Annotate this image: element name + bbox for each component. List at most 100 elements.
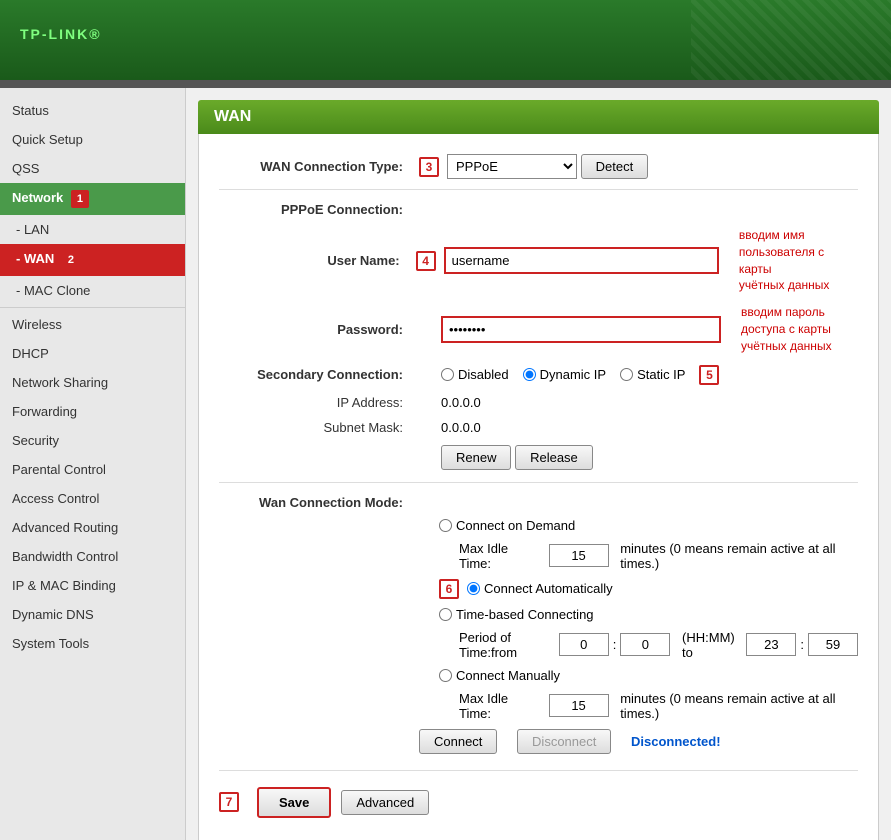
connect-on-demand-radio[interactable]: [439, 519, 452, 532]
sidebar-item-access-control[interactable]: Access Control: [0, 484, 185, 513]
sidebar-item-bandwidth-control[interactable]: Bandwidth Control: [0, 542, 185, 571]
disabled-option[interactable]: Disabled: [441, 367, 509, 382]
max-idle-input-2[interactable]: [549, 694, 609, 717]
sidebar-item-wireless[interactable]: Wireless: [0, 310, 185, 339]
subnet-mask-value: 0.0.0.0: [441, 420, 481, 435]
connect-button[interactable]: Connect: [419, 729, 497, 754]
sidebar-item-advanced-routing[interactable]: Advanced Routing: [0, 513, 185, 542]
network-badge: 1: [71, 190, 89, 208]
renew-release-row: Renew Release: [219, 445, 858, 470]
advanced-button[interactable]: Advanced: [341, 790, 429, 815]
wan-badge: 2: [62, 251, 80, 269]
step-7-badge: 7: [219, 792, 239, 812]
disabled-radio[interactable]: [441, 368, 454, 381]
layout: Status Quick Setup QSS Network 1 - LAN -…: [0, 88, 891, 840]
static-ip-option[interactable]: Static IP: [620, 367, 685, 382]
wan-connection-type-select[interactable]: PPPoE Dynamic IP Static IP L2TP PPTP: [447, 154, 577, 179]
step-6-badge: 6: [439, 579, 459, 599]
connect-automatically-row: 6 Connect Automatically: [439, 579, 858, 599]
time-based-radio[interactable]: [439, 608, 452, 621]
main-content: WAN WAN Connection Type: 3 PPPoE Dynamic…: [186, 88, 891, 840]
sidebar-item-security[interactable]: Security: [0, 426, 185, 455]
connect-on-demand-label: Connect on Demand: [456, 518, 575, 533]
connect-automatically-label: Connect Automatically: [484, 581, 613, 596]
sidebar-item-status[interactable]: Status: [0, 96, 185, 125]
header-divider: [0, 80, 891, 88]
sidebar-item-wan[interactable]: - WAN 2: [0, 244, 185, 276]
connect-manually-radio[interactable]: [439, 669, 452, 682]
sidebar-item-mac-clone[interactable]: - MAC Clone: [0, 276, 185, 305]
sidebar-item-forwarding[interactable]: Forwarding: [0, 397, 185, 426]
sidebar-item-ip-mac-binding[interactable]: IP & MAC Binding: [0, 571, 185, 600]
max-idle-note-2: minutes (0 means remain active at all ti…: [620, 691, 858, 721]
step-4-badge: 4: [416, 251, 436, 271]
sidebar-item-system-tools[interactable]: System Tools: [0, 629, 185, 658]
max-idle-time-row-1: Max Idle Time: minutes (0 means remain a…: [459, 541, 858, 571]
sidebar-item-parental-control[interactable]: Parental Control: [0, 455, 185, 484]
ip-address-row: IP Address: 0.0.0.0: [219, 395, 858, 410]
sidebar-item-network-sharing[interactable]: Network Sharing: [0, 368, 185, 397]
period-label: Period of Time:from: [459, 630, 547, 660]
max-idle-input-1[interactable]: [549, 544, 609, 567]
password-input[interactable]: [441, 316, 721, 343]
sidebar-item-qss[interactable]: QSS: [0, 154, 185, 183]
connect-manually-row: Connect Manually: [439, 668, 858, 683]
time-based-label: Time-based Connecting: [456, 607, 594, 622]
bottom-buttons: 7 Save Advanced: [219, 770, 858, 818]
pppoe-section: PPPoE Connection: User Name: 4 вводим им…: [219, 189, 858, 470]
time-to-1-input[interactable]: [746, 633, 796, 656]
max-idle-note-1: minutes (0 means remain active at all ti…: [620, 541, 858, 571]
time-to-label: (HH:MM) to: [682, 630, 735, 660]
time-from-2-input[interactable]: [620, 633, 670, 656]
static-ip-label: Static IP: [637, 367, 685, 382]
password-label: Password:: [219, 322, 419, 337]
header: TP-LINK®: [0, 0, 891, 80]
dynamic-ip-radio[interactable]: [523, 368, 536, 381]
sidebar-item-network[interactable]: Network 1: [0, 183, 185, 215]
time-to-2-input[interactable]: [808, 633, 858, 656]
page-title: WAN: [198, 100, 879, 134]
logo-text: TP-LINK: [20, 26, 89, 42]
release-button[interactable]: Release: [515, 445, 593, 470]
ip-address-label: IP Address:: [219, 395, 419, 410]
annotation-password: вводим парольдоступа с картыучётных данн…: [741, 304, 832, 354]
save-button[interactable]: Save: [257, 787, 331, 818]
annotation-username: вводим имяпользователя с картыучётных да…: [739, 227, 858, 294]
secondary-connection-options: Disabled Dynamic IP Static IP 5: [441, 365, 727, 385]
wan-connection-type-row: WAN Connection Type: 3 PPPoE Dynamic IP …: [219, 154, 858, 179]
wan-connection-mode-label: Wan Connection Mode:: [219, 495, 419, 510]
max-idle-label-2: Max Idle Time:: [459, 691, 537, 721]
period-of-time-row: Period of Time:from : (HH:MM) to :: [459, 630, 858, 660]
step-3-badge: 3: [419, 157, 439, 177]
username-input[interactable]: [444, 247, 719, 274]
connect-on-demand-row: Connect on Demand: [439, 518, 858, 533]
detect-button[interactable]: Detect: [581, 154, 649, 179]
sidebar-item-quick-setup[interactable]: Quick Setup: [0, 125, 185, 154]
sidebar-item-dhcp[interactable]: DHCP: [0, 339, 185, 368]
max-idle-label-1: Max Idle Time:: [459, 541, 537, 571]
time-from-1-input[interactable]: [559, 633, 609, 656]
secondary-connection-label: Secondary Connection:: [219, 367, 419, 382]
sidebar: Status Quick Setup QSS Network 1 - LAN -…: [0, 88, 186, 840]
sidebar-divider-1: [0, 307, 185, 308]
logo-mark: ®: [89, 26, 101, 42]
dynamic-ip-label: Dynamic IP: [540, 367, 606, 382]
dynamic-ip-option[interactable]: Dynamic IP: [523, 367, 606, 382]
ip-address-value: 0.0.0.0: [441, 395, 481, 410]
time-based-connecting-row: Time-based Connecting: [439, 607, 858, 622]
wan-mode-label-row: Wan Connection Mode:: [219, 495, 858, 510]
connect-manually-label: Connect Manually: [456, 668, 560, 683]
disconnect-button[interactable]: Disconnect: [517, 729, 611, 754]
sidebar-item-lan[interactable]: - LAN: [0, 215, 185, 244]
step-5-badge: 5: [699, 365, 719, 385]
username-row: User Name: 4 вводим имяпользователя с ка…: [219, 227, 858, 294]
renew-button[interactable]: Renew: [441, 445, 511, 470]
sidebar-item-dynamic-dns[interactable]: Dynamic DNS: [0, 600, 185, 629]
wan-connection-type-label: WAN Connection Type:: [219, 159, 419, 174]
connect-automatically-radio[interactable]: [467, 582, 480, 595]
connect-disconnect-row: Connect Disconnect Disconnected!: [419, 729, 858, 754]
wan-mode-section: Wan Connection Mode: Connect on Demand M…: [219, 482, 858, 818]
content-area: WAN Connection Type: 3 PPPoE Dynamic IP …: [198, 134, 879, 840]
disabled-label: Disabled: [458, 367, 509, 382]
static-ip-radio[interactable]: [620, 368, 633, 381]
